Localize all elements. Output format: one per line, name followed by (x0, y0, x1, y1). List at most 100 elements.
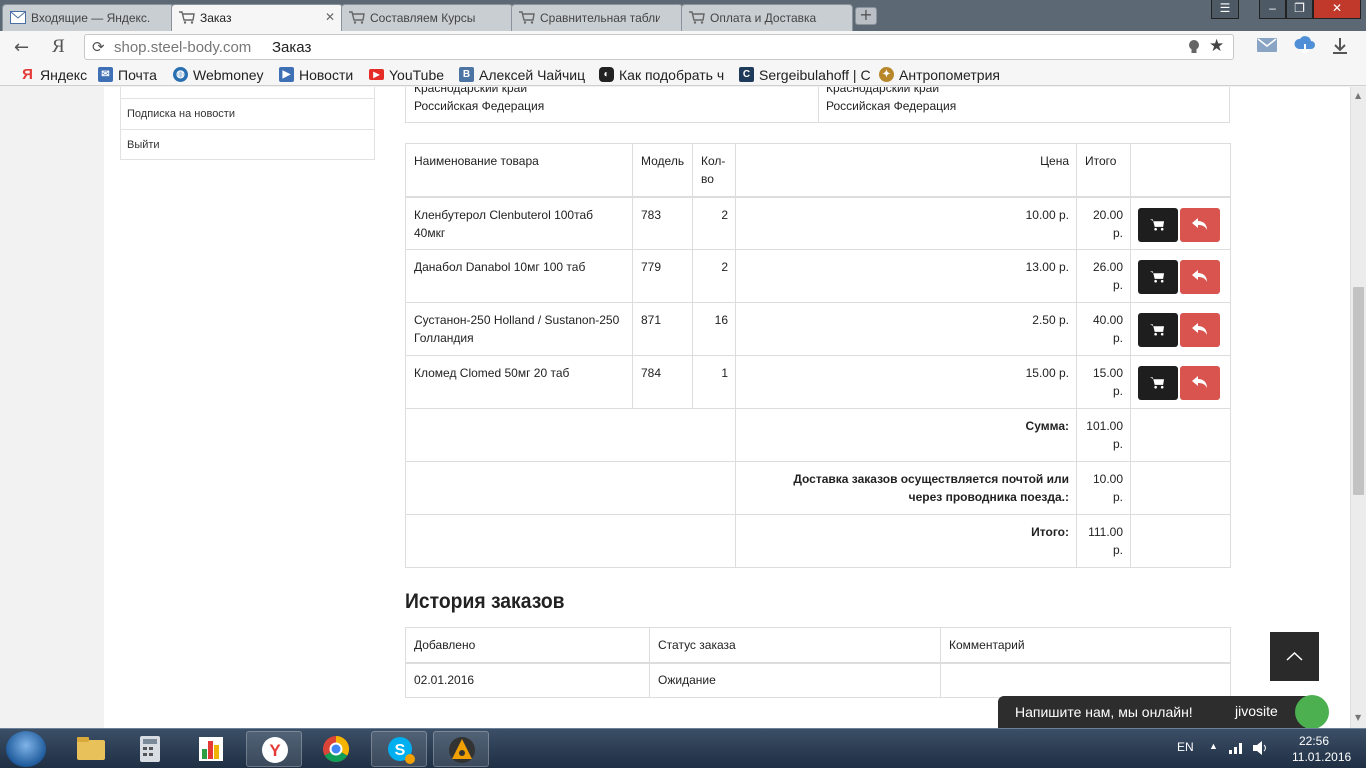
return-button[interactable] (1180, 260, 1220, 294)
sidebar-item-label: Выйти (127, 139, 160, 151)
lightbulb-icon[interactable] (1188, 39, 1200, 55)
empty-cell (405, 461, 736, 515)
table-row: Кленбутерол Clenbuterol 100таб 40мкг 783… (405, 196, 1231, 250)
new-tab-button[interactable]: + (855, 7, 877, 25)
cart-icon (1150, 324, 1165, 336)
clock-time[interactable]: 22:56 (1299, 734, 1329, 748)
download-icon[interactable] (1331, 37, 1349, 55)
language-indicator[interactable]: EN (1177, 740, 1194, 754)
bookmark-yandex[interactable]: Я Яндекс (20, 66, 87, 83)
yandex-browser-app[interactable]: Y (246, 731, 302, 767)
reload-icon[interactable]: ⟳ (92, 38, 105, 56)
account-sidebar: Подписка на новости Выйти (120, 87, 375, 160)
history-status: Ожидание (649, 662, 941, 698)
windows-taskbar: Y S EN ▲ 22:56 11.01.2016 (0, 728, 1366, 768)
reply-icon (1192, 376, 1207, 388)
reorder-button[interactable] (1138, 313, 1178, 347)
tab-order[interactable]: Заказ ✕ (171, 4, 343, 31)
return-button[interactable] (1180, 207, 1220, 242)
header-status: Статус заказа (649, 627, 941, 664)
address-table: Краснодарский край Российская Федерация … (405, 87, 1230, 123)
tab-label: Оплата и Доставка (710, 11, 817, 25)
reorder-button[interactable] (1138, 366, 1178, 400)
maximize-button[interactable]: ❐ (1286, 0, 1313, 19)
bookmark-vk[interactable]: B Алексей Чайчиц (459, 66, 585, 83)
bookmark-webmoney[interactable]: ◍ Webmoney (173, 66, 264, 83)
reorder-button[interactable] (1138, 260, 1178, 294)
signal-icon[interactable] (1229, 742, 1243, 754)
tab-inbox[interactable]: Входящие — Яндекс.П (2, 4, 174, 31)
aimp-app[interactable] (433, 731, 489, 767)
product-model: 783 (632, 196, 693, 250)
close-icon[interactable]: ✕ (325, 10, 335, 24)
bookmark-star-icon[interactable]: ★ (1209, 36, 1224, 56)
cart-icon (689, 11, 705, 24)
reorder-button[interactable] (1138, 207, 1178, 242)
product-qty: 16 (692, 302, 736, 356)
scroll-to-top-button[interactable] (1270, 632, 1319, 681)
bookmark-mail[interactable]: ✉ Почта (98, 66, 157, 83)
cloud-download-icon[interactable] (1293, 35, 1317, 55)
chrome-app[interactable] (308, 731, 364, 767)
url-field[interactable]: ⟳ shop.steel-body.com Заказ ★ (84, 34, 1234, 60)
play-icon: ▶ (279, 67, 294, 82)
youtube-icon: ▶ (369, 69, 384, 80)
bookmark-how-to-choose[interactable]: ◐ Как подобрать ч (599, 66, 724, 83)
bookmark-label: Почта (118, 66, 157, 83)
product-name: Сустанон-250 Holland / Sustanon-250 Голл… (405, 302, 633, 356)
window-close-button[interactable]: ✕ (1313, 0, 1361, 19)
clock-date[interactable]: 11.01.2016 (1292, 750, 1351, 764)
bookmark-label: YouTube (389, 66, 445, 83)
product-price: 13.00 р. (735, 249, 1077, 303)
payment-address: Краснодарский край Российская Федерация (406, 87, 544, 114)
table-header-row: Наименование товара Модель Кол-во Цена И… (405, 143, 1231, 198)
aimp-icon (449, 737, 475, 763)
address-region: Краснодарский край (826, 87, 940, 95)
header-model: Модель (632, 143, 693, 198)
tab-payment[interactable]: Оплата и Доставка (681, 4, 853, 31)
menu-button[interactable]: ☰ (1211, 0, 1239, 19)
yandex-home-button[interactable]: Я (52, 36, 65, 58)
return-button[interactable] (1180, 313, 1220, 347)
bookmark-anthropometry[interactable]: ✦ Антропометрия (879, 66, 1000, 83)
bookmark-news[interactable]: ▶ Новости (279, 66, 353, 83)
bookmark-label: Антропометрия (899, 66, 1000, 83)
address-bar-row: ← Я ⟳ shop.steel-body.com Заказ ★ (0, 31, 1366, 63)
chat-widget[interactable]: Напишите нам, мы онлайн! jivosite (998, 695, 1329, 729)
speaker-icon[interactable] (1253, 741, 1269, 755)
subtotal-row: Сумма: 101.00 р. (405, 408, 1231, 462)
page-scrollbar[interactable]: ▲ ▼ (1350, 87, 1366, 728)
calculator-app[interactable] (122, 731, 178, 767)
charts-app[interactable] (183, 731, 239, 767)
product-actions (1130, 302, 1231, 356)
scrollbar-thumb[interactable] (1353, 287, 1364, 495)
mail-icon[interactable] (1257, 38, 1277, 52)
sidebar-item-logout[interactable]: Выйти (121, 129, 374, 160)
globe-icon: ◍ (173, 67, 188, 82)
tray-arrow-icon[interactable]: ▲ (1209, 741, 1218, 751)
cart-icon (349, 11, 365, 24)
grand-total-row: Итого: 111.00 р. (405, 514, 1231, 568)
product-actions (1130, 355, 1231, 409)
return-button[interactable] (1180, 366, 1220, 400)
bookmark-label: Алексей Чайчиц (479, 66, 586, 83)
back-arrow-icon[interactable]: ← (14, 37, 29, 58)
tab-courses[interactable]: Составляем Курсы (341, 4, 513, 31)
tab-comparison[interactable]: Сравнительная табли (511, 4, 683, 31)
emblem-icon: ✦ (879, 67, 894, 82)
minimize-button[interactable]: – (1259, 0, 1286, 19)
scroll-up-arrow-icon[interactable]: ▲ (1355, 91, 1361, 100)
bookmark-youtube[interactable]: ▶ YouTube (369, 66, 444, 83)
scroll-down-arrow-icon[interactable]: ▼ (1355, 713, 1361, 722)
start-button[interactable] (6, 731, 46, 767)
history-heading: История заказов (405, 590, 565, 613)
product-name: Данабол Danabol 10мг 100 таб (405, 249, 633, 303)
explorer-app[interactable] (62, 731, 118, 767)
bookmark-sergeibulahoff[interactable]: C Sergeibulahoff | С (739, 66, 871, 83)
skype-app[interactable]: S (371, 731, 427, 767)
sidebar-item-newsletter[interactable]: Подписка на новости (121, 98, 374, 129)
header-qty: Кол-во (692, 143, 736, 198)
cart-icon (1150, 218, 1165, 230)
reply-icon (1192, 270, 1207, 282)
svg-text:S: S (395, 742, 406, 759)
